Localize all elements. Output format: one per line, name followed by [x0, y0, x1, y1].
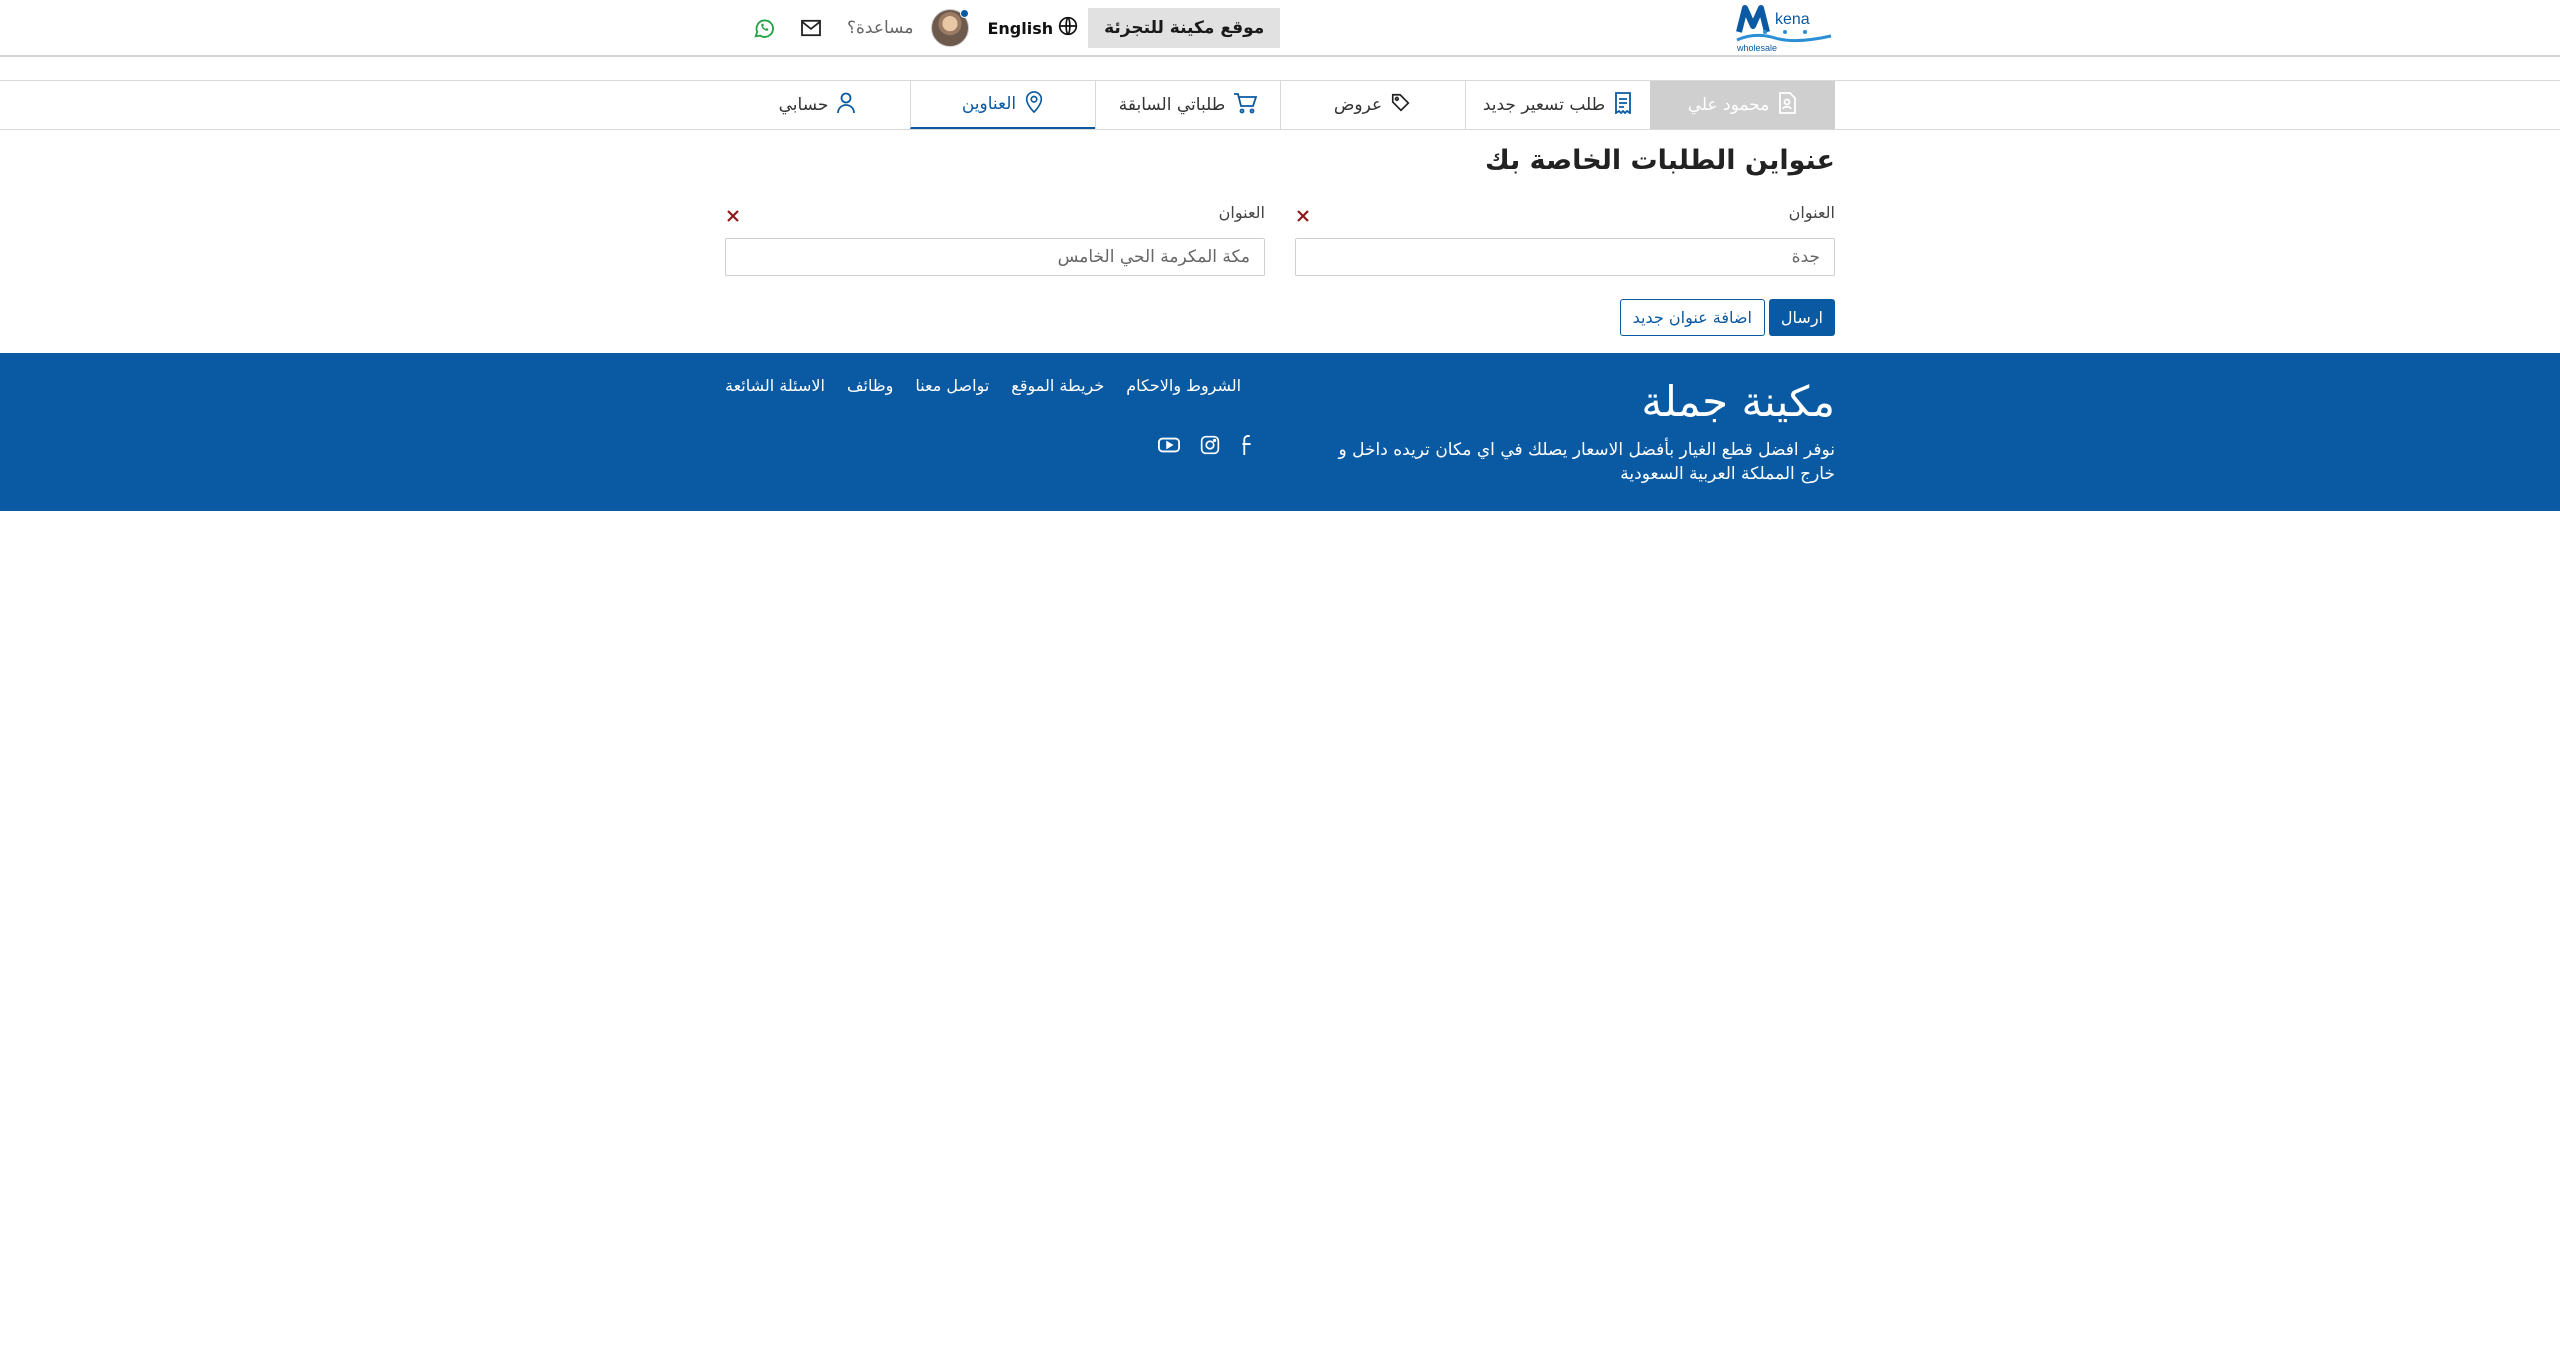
tab-new-quote[interactable]: طلب تسعير جديد: [1465, 81, 1650, 129]
top-header: موقع مكينة للتجزئة English مساعدة؟ kena …: [0, 0, 2560, 57]
document-user-icon: [1777, 91, 1797, 119]
close-icon[interactable]: [1295, 208, 1311, 228]
footer-social: [1158, 435, 1254, 459]
footer: مكينة جملة نوفر افضل قطع الغيار بأفضل ال…: [0, 353, 2560, 511]
tab-previous-orders[interactable]: طلباتي السابقة: [1095, 81, 1280, 129]
footer-link-sitemap[interactable]: خريطة الموقع: [1011, 376, 1104, 395]
language-label: English: [987, 18, 1054, 38]
globe-icon: [1058, 16, 1078, 40]
footer-links: الاسئلة الشائعة وظائف تواصل معنا خريطة ا…: [725, 376, 1265, 395]
mail-icon[interactable]: [800, 19, 822, 37]
tab-label: عروض: [1333, 95, 1383, 115]
notification-dot: [960, 9, 970, 18]
tag-icon: [1390, 92, 1412, 119]
youtube-icon[interactable]: [1158, 435, 1180, 459]
brand-logo[interactable]: kena wholesale: [1735, 0, 1835, 56]
location-pin-icon: [1024, 90, 1044, 118]
tab-label: العناوين: [961, 94, 1017, 114]
receipt-icon: [1613, 91, 1633, 119]
footer-link-faq[interactable]: الاسئلة الشائعة: [725, 376, 825, 395]
footer-link-terms[interactable]: الشروط والاحكام: [1126, 376, 1241, 395]
footer-link-jobs[interactable]: وظائف: [847, 376, 893, 395]
page-title: عنواين الطلبات الخاصة بك: [1484, 145, 1835, 176]
submit-button[interactable]: ارسال: [1768, 299, 1835, 336]
tab-label: طلباتي السابقة: [1118, 95, 1226, 115]
address-input[interactable]: مكة المكرمة الحي الخامس: [725, 238, 1265, 276]
cart-icon: [1233, 92, 1258, 119]
tab-label: طلب تسعير جديد: [1482, 95, 1606, 115]
help-link[interactable]: مساعدة؟: [847, 18, 913, 38]
tab-my-account[interactable]: حسابي: [725, 81, 910, 129]
address-input[interactable]: جدة: [1295, 238, 1835, 276]
whatsapp-icon[interactable]: [753, 17, 775, 39]
facebook-icon[interactable]: [1240, 435, 1254, 459]
tab-addresses[interactable]: العناوين: [910, 81, 1095, 129]
logo-text: kena: [1775, 11, 1810, 28]
user-avatar[interactable]: [931, 9, 970, 47]
retail-site-button[interactable]: موقع مكينة للتجزئة: [1088, 8, 1281, 48]
user-icon: [836, 92, 856, 119]
tab-label: محمود علي: [1687, 95, 1770, 115]
tab-label: حسابي: [778, 95, 829, 115]
tab-offers[interactable]: عروض: [1280, 81, 1465, 129]
footer-brand: مكينة جملة: [1641, 377, 1835, 426]
add-address-button[interactable]: اضافة عنوان جديد: [1619, 299, 1765, 336]
instagram-icon[interactable]: [1200, 435, 1220, 459]
tab-profile-name[interactable]: محمود علي: [1650, 81, 1835, 129]
footer-description: نوفر افضل قطع الغيار بأفضل الاسعار يصلك …: [1338, 440, 1835, 484]
close-icon[interactable]: [725, 208, 741, 228]
address-label: العنوان: [1788, 203, 1835, 222]
header-actions: موقع مكينة للتجزئة English مساعدة؟: [725, 8, 1281, 48]
form-actions: ارسال اضافة عنوان جديد: [1619, 299, 1835, 336]
address-label: العنوان: [1218, 203, 1265, 222]
language-switch[interactable]: English: [987, 16, 1078, 40]
account-tabs: محمود علي طلب تسعير جديد عروض طلباتي الس…: [0, 80, 2560, 130]
footer-link-contact[interactable]: تواصل معنا: [915, 376, 989, 395]
logo-subtext: wholesale: [1736, 43, 1777, 53]
